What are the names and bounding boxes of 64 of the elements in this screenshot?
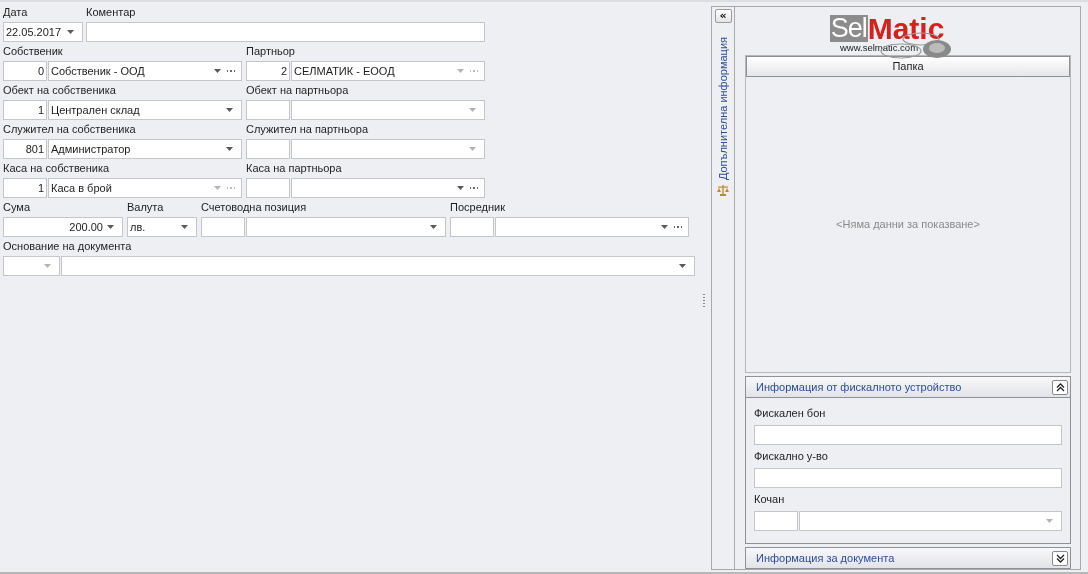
combo-field[interactable] bbox=[291, 178, 485, 198]
text-field[interactable] bbox=[754, 468, 1062, 488]
date-field[interactable]: 22.05.2017 bbox=[3, 22, 83, 42]
field-label: Сума bbox=[3, 200, 31, 214]
dropdown-arrow-icon[interactable] bbox=[660, 225, 668, 229]
dropdown-arrow-icon[interactable] bbox=[430, 225, 437, 229]
field-label: Обект на собственика bbox=[3, 83, 117, 97]
combo-field[interactable]: Собственик - ООД bbox=[48, 61, 242, 81]
field-label: Посредник bbox=[450, 200, 506, 214]
field-label: Кочан bbox=[754, 492, 786, 506]
splitter-grip[interactable] bbox=[703, 294, 706, 308]
dropdown-arrow-icon[interactable] bbox=[67, 30, 74, 34]
field-label: Служител на партньора bbox=[246, 122, 370, 136]
code-field[interactable]: 801 bbox=[3, 139, 47, 159]
field-label: Каса на собственика bbox=[3, 161, 111, 175]
combo-field[interactable]: 200.00 bbox=[3, 217, 123, 237]
empty-message: <Няма данни за показване> bbox=[836, 218, 980, 231]
dropdown-arrow-icon[interactable] bbox=[181, 225, 188, 229]
combo-field[interactable] bbox=[246, 217, 446, 237]
expand-button[interactable] bbox=[1052, 550, 1068, 566]
field-label: Собственик bbox=[3, 44, 64, 58]
combo-field[interactable] bbox=[61, 256, 695, 276]
code-field[interactable] bbox=[754, 511, 798, 531]
ellipsis-icon[interactable] bbox=[226, 67, 235, 75]
code-field[interactable] bbox=[450, 217, 494, 237]
code-field[interactable] bbox=[246, 139, 290, 159]
field-label: Фискално у-во bbox=[754, 449, 829, 463]
code-field[interactable] bbox=[246, 100, 290, 120]
dropdown-arrow-icon[interactable] bbox=[226, 147, 233, 151]
field-label: Коментар bbox=[86, 5, 137, 19]
dropdown-arrow-icon[interactable] bbox=[107, 225, 114, 229]
logo-text: Sel bbox=[829, 15, 868, 42]
field-label: Партньор bbox=[246, 44, 296, 58]
field-label: Обект на партньора bbox=[246, 83, 350, 97]
logo-url: www.selmatic.com bbox=[839, 42, 919, 53]
code-field[interactable]: 0 bbox=[3, 61, 47, 81]
combo-field[interactable]: лв. bbox=[127, 217, 197, 237]
combo-field[interactable]: Администратор bbox=[48, 139, 242, 159]
dropdown-arrow-icon[interactable] bbox=[456, 186, 464, 190]
combo-field[interactable]: Централен склад bbox=[48, 100, 242, 120]
field-label: Служител на собственика bbox=[3, 122, 137, 136]
field-label: Счетоводна позиция bbox=[201, 200, 308, 214]
code-field[interactable] bbox=[201, 217, 245, 237]
text-field[interactable] bbox=[86, 22, 485, 42]
logo-text: Matic bbox=[867, 15, 945, 42]
dropdown-arrow-icon[interactable] bbox=[679, 264, 686, 268]
side-tab[interactable]: Допълнителна информация bbox=[717, 37, 729, 197]
code-field[interactable] bbox=[246, 178, 290, 198]
field-label: Фискален бон bbox=[754, 406, 827, 420]
column-header[interactable]: Папка bbox=[746, 55, 1070, 77]
field-label: Каса на партньора bbox=[246, 161, 343, 175]
ellipsis-icon[interactable] bbox=[673, 223, 682, 231]
collapse-button[interactable]: « bbox=[714, 9, 732, 23]
field-label: Валута bbox=[127, 200, 165, 214]
text-field[interactable] bbox=[754, 425, 1062, 445]
scales-icon bbox=[717, 184, 729, 197]
dropdown-arrow-icon[interactable] bbox=[213, 69, 221, 73]
field-label: Основание на документа bbox=[3, 239, 133, 253]
ellipsis-icon[interactable] bbox=[469, 184, 478, 192]
code-field[interactable]: 1 bbox=[3, 100, 47, 120]
collapse-button[interactable] bbox=[1052, 379, 1068, 395]
field-label: Дата bbox=[3, 5, 29, 19]
dropdown-arrow-icon[interactable] bbox=[226, 108, 233, 112]
combo-field[interactable] bbox=[495, 217, 689, 237]
